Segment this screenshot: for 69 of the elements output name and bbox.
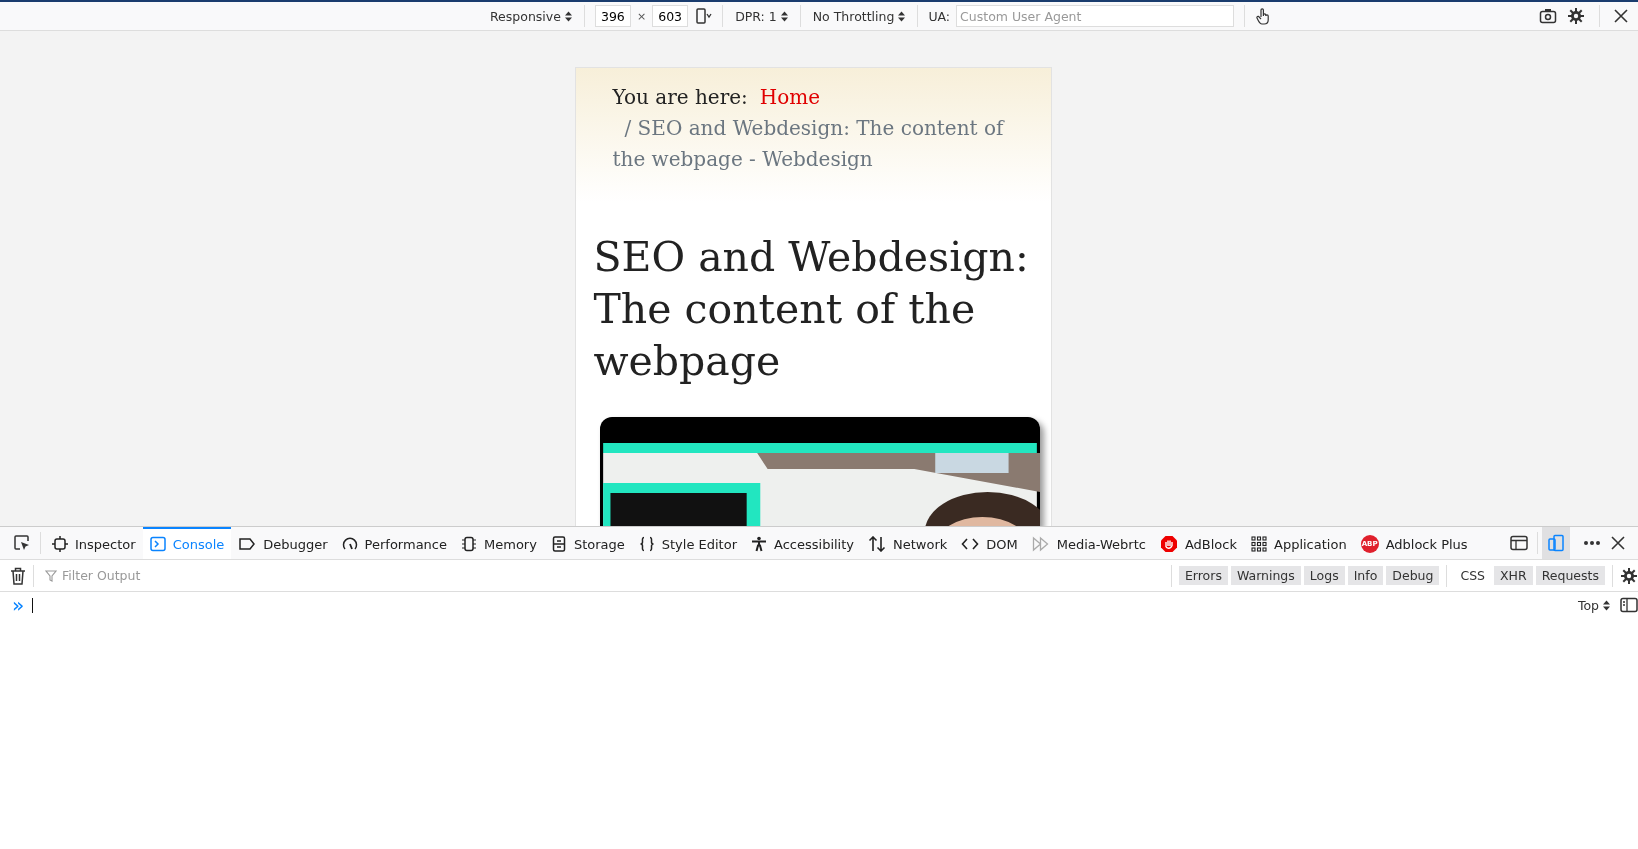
height-field[interactable]: 603 xyxy=(652,5,689,27)
dpr-select[interactable]: DPR: 1 xyxy=(733,6,790,26)
breadcrumb-current: / SEO and Webdesign: The content of the webpage - Webdesign xyxy=(612,115,1006,173)
code-icon xyxy=(961,536,980,552)
throttling-select[interactable]: No Throttling xyxy=(810,6,908,26)
devtools-tab[interactable]: Debugger xyxy=(231,527,335,559)
fast-forward-icon xyxy=(1031,536,1050,552)
person-icon xyxy=(751,536,767,552)
tag-icon xyxy=(238,536,257,552)
devtools-tab[interactable]: Console xyxy=(142,527,232,559)
up-down-caret-icon xyxy=(1603,599,1610,611)
filter-button[interactable]: CSS xyxy=(1454,566,1492,585)
devtools-tab[interactable]: Performance xyxy=(334,527,454,559)
filter-button[interactable]: XHR xyxy=(1494,566,1533,585)
filter-button[interactable]: Debug xyxy=(1386,566,1440,585)
responsive-mode-button[interactable] xyxy=(1542,527,1570,559)
rotate-icon[interactable] xyxy=(694,7,713,25)
dock-layout-icon[interactable] xyxy=(1510,535,1528,551)
text-cursor xyxy=(32,597,34,613)
close-icon[interactable] xyxy=(1611,536,1625,550)
grid-icon xyxy=(1251,536,1267,552)
devtools-tab[interactable]: AdBlock xyxy=(1152,527,1244,559)
devtools-tab[interactable]: Accessibility xyxy=(744,527,861,559)
gauge-icon xyxy=(341,536,358,552)
page-heading: SEO and Webdesign: The content of the webpage xyxy=(592,232,1030,387)
up-down-arrows-icon xyxy=(868,536,886,552)
breadcrumb-label: You are here: xyxy=(612,84,748,111)
filter-button[interactable]: Warnings xyxy=(1230,566,1301,585)
filter-button[interactable]: Requests xyxy=(1535,566,1605,585)
times-sign: × xyxy=(636,9,647,23)
sidebar-toggle-icon[interactable] xyxy=(1620,597,1638,613)
settings-icon[interactable] xyxy=(1567,7,1585,25)
devtools-tab[interactable]: Memory xyxy=(454,527,544,559)
devtools-tab[interactable]: Application xyxy=(1244,527,1354,559)
funnel-icon xyxy=(45,569,57,582)
filter-field[interactable]: Filter Output xyxy=(60,567,1164,584)
element-picker-icon[interactable] xyxy=(13,534,31,552)
context-select[interactable]: Top xyxy=(1575,595,1612,615)
filter-button[interactable]: Logs xyxy=(1303,566,1345,585)
trash-icon[interactable] xyxy=(10,566,26,585)
chip-icon xyxy=(461,536,477,552)
more-icon[interactable] xyxy=(1583,540,1601,546)
up-down-caret-icon xyxy=(780,10,788,22)
devices-icon xyxy=(1547,534,1565,552)
devtools-tab[interactable]: Style Editor xyxy=(631,527,744,559)
home-link[interactable]: Home xyxy=(759,82,821,113)
width-field[interactable]: 396 xyxy=(594,5,631,27)
up-down-caret-icon xyxy=(898,10,906,22)
storage-icon xyxy=(550,536,567,552)
filter-button[interactable]: Errors xyxy=(1178,566,1228,585)
close-icon[interactable] xyxy=(1614,9,1628,23)
filter-button[interactable]: Info xyxy=(1347,566,1384,585)
camera-icon[interactable] xyxy=(1539,8,1557,24)
device-select[interactable]: Responsive xyxy=(488,6,574,26)
user-agent-field[interactable]: Custom User Agent xyxy=(956,5,1235,27)
ua-label: UA: xyxy=(928,8,951,24)
prompt-chevron: » xyxy=(12,595,25,615)
settings-icon[interactable] xyxy=(1620,566,1638,585)
devtools-tab[interactable]: Inspector xyxy=(45,527,143,559)
devtools-tab[interactable]: Network xyxy=(861,527,955,559)
stop-hand-icon xyxy=(1159,535,1178,553)
devtools-tab[interactable]: DOM xyxy=(954,527,1025,559)
target-icon xyxy=(52,536,68,552)
devtools-tab[interactable]: Storage xyxy=(543,527,632,559)
up-down-caret-icon xyxy=(564,10,572,22)
console-icon xyxy=(149,536,166,552)
braces-icon xyxy=(638,536,655,552)
touch-hand-icon[interactable] xyxy=(1255,7,1272,25)
devtools-tab[interactable]: Media-Webrtc xyxy=(1024,527,1153,559)
